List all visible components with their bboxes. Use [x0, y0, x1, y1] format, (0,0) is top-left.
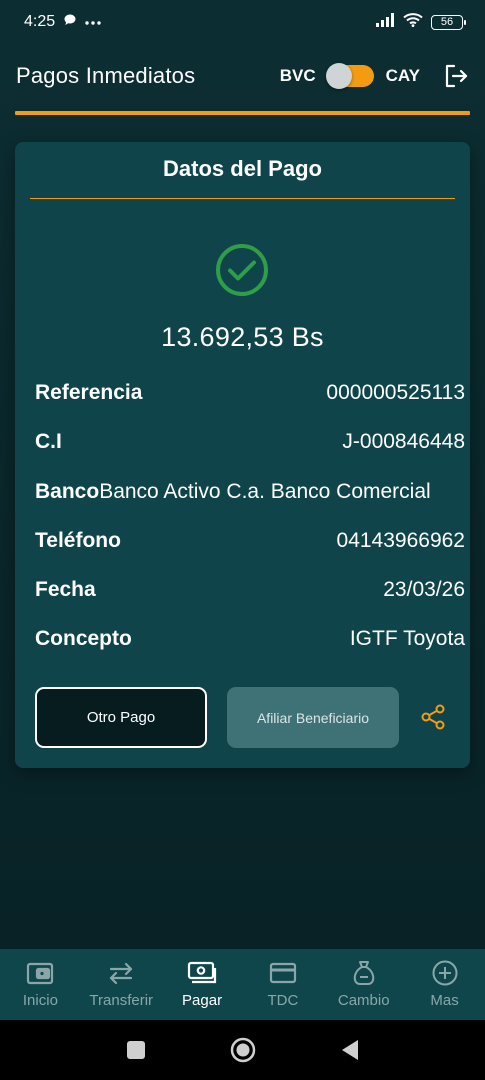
- home-icon[interactable]: [230, 1037, 256, 1063]
- detail-value: IGTF Toyota: [349, 627, 465, 650]
- payment-details-card: Datos del Pago 13.692,53 Bs Referencia 0…: [15, 142, 470, 768]
- detail-row-concepto: Concepto IGTF Toyota: [35, 624, 485, 654]
- nav-label: Inicio: [22, 992, 58, 1009]
- detail-label: C.I: [35, 430, 62, 453]
- detail-row-referencia: Referencia 000000525113: [35, 378, 485, 408]
- logout-icon[interactable]: [442, 62, 470, 90]
- toggle-knob: [325, 63, 352, 89]
- wallet-icon: [25, 960, 55, 986]
- card-title: Datos del Pago: [163, 156, 322, 181]
- detail-value: 04143966962: [336, 529, 465, 552]
- success-check-icon: [216, 244, 268, 296]
- detail-value: 23/03/26: [383, 578, 465, 601]
- nav-label: Mas: [430, 992, 459, 1009]
- card-divider: [30, 198, 455, 199]
- nav-label: Pagar: [182, 992, 223, 1009]
- nav-item-inicio[interactable]: Inicio: [0, 949, 81, 1020]
- detail-row-banco: Banco Banco Activo C.a. Banco Comercial: [35, 477, 485, 507]
- detail-label: Teléfono: [35, 529, 121, 552]
- detail-row-fecha: Fecha 23/03/26: [35, 575, 485, 605]
- app-header: Pagos Inmediatos BVC CAY: [16, 54, 470, 98]
- recents-icon[interactable]: [126, 1040, 146, 1060]
- payment-amount: 13.692,53 Bs: [161, 322, 324, 352]
- wifi-icon: [403, 12, 423, 32]
- add-beneficiary-button[interactable]: Afiliar Beneficiario: [227, 687, 399, 748]
- bottom-navigation: Inicio Transferir Pagar TDC Cambio Mas: [0, 949, 485, 1020]
- other-payment-button[interactable]: Otro Pago: [35, 687, 207, 748]
- detail-label: Referencia: [35, 381, 143, 404]
- nav-label: Transferir: [89, 992, 154, 1009]
- nav-item-cambio[interactable]: Cambio: [323, 949, 404, 1020]
- status-bar: 4:25 56: [0, 0, 485, 44]
- nav-item-mas[interactable]: Mas: [404, 949, 485, 1020]
- bank-right-label: CAY: [385, 66, 420, 85]
- bank-toggle[interactable]: [325, 63, 374, 89]
- page-title: Pagos Inmediatos: [16, 63, 196, 88]
- detail-value: J-000846448: [342, 430, 465, 453]
- system-navigation-bar: [0, 1020, 485, 1080]
- more-notifications-icon: [85, 13, 101, 31]
- detail-label: Fecha: [35, 578, 96, 601]
- bank-switch: BVC CAY: [279, 63, 420, 89]
- detail-label: Concepto: [35, 627, 132, 650]
- nav-item-tdc[interactable]: TDC: [242, 949, 323, 1020]
- nav-item-transferir[interactable]: Transferir: [81, 949, 162, 1020]
- back-icon[interactable]: [340, 1039, 360, 1061]
- header-divider: [15, 111, 470, 115]
- pay-icon: [187, 960, 217, 986]
- plus-circle-icon: [430, 960, 460, 986]
- status-time: 4:25: [24, 13, 56, 30]
- detail-label: Banco: [35, 480, 100, 503]
- nav-item-pagar[interactable]: Pagar: [162, 949, 243, 1020]
- battery-icon: 56: [431, 14, 466, 30]
- money-bag-icon: [349, 960, 379, 986]
- nav-label: TDC: [267, 992, 299, 1009]
- detail-value: 000000525113: [326, 381, 465, 404]
- chat-notification-icon: [63, 13, 77, 32]
- detail-row-telefono: Teléfono 04143966962: [35, 526, 485, 556]
- detail-row-ci: C.I J-000846448: [35, 427, 485, 457]
- detail-value: Banco Activo C.a. Banco Comercial: [99, 480, 431, 503]
- share-icon[interactable]: [419, 703, 447, 731]
- credit-card-icon: [268, 960, 298, 986]
- signal-icon: [375, 12, 395, 32]
- nav-label: Cambio: [337, 992, 390, 1009]
- transfer-icon: [106, 960, 136, 986]
- bank-left-label: BVC: [279, 66, 316, 85]
